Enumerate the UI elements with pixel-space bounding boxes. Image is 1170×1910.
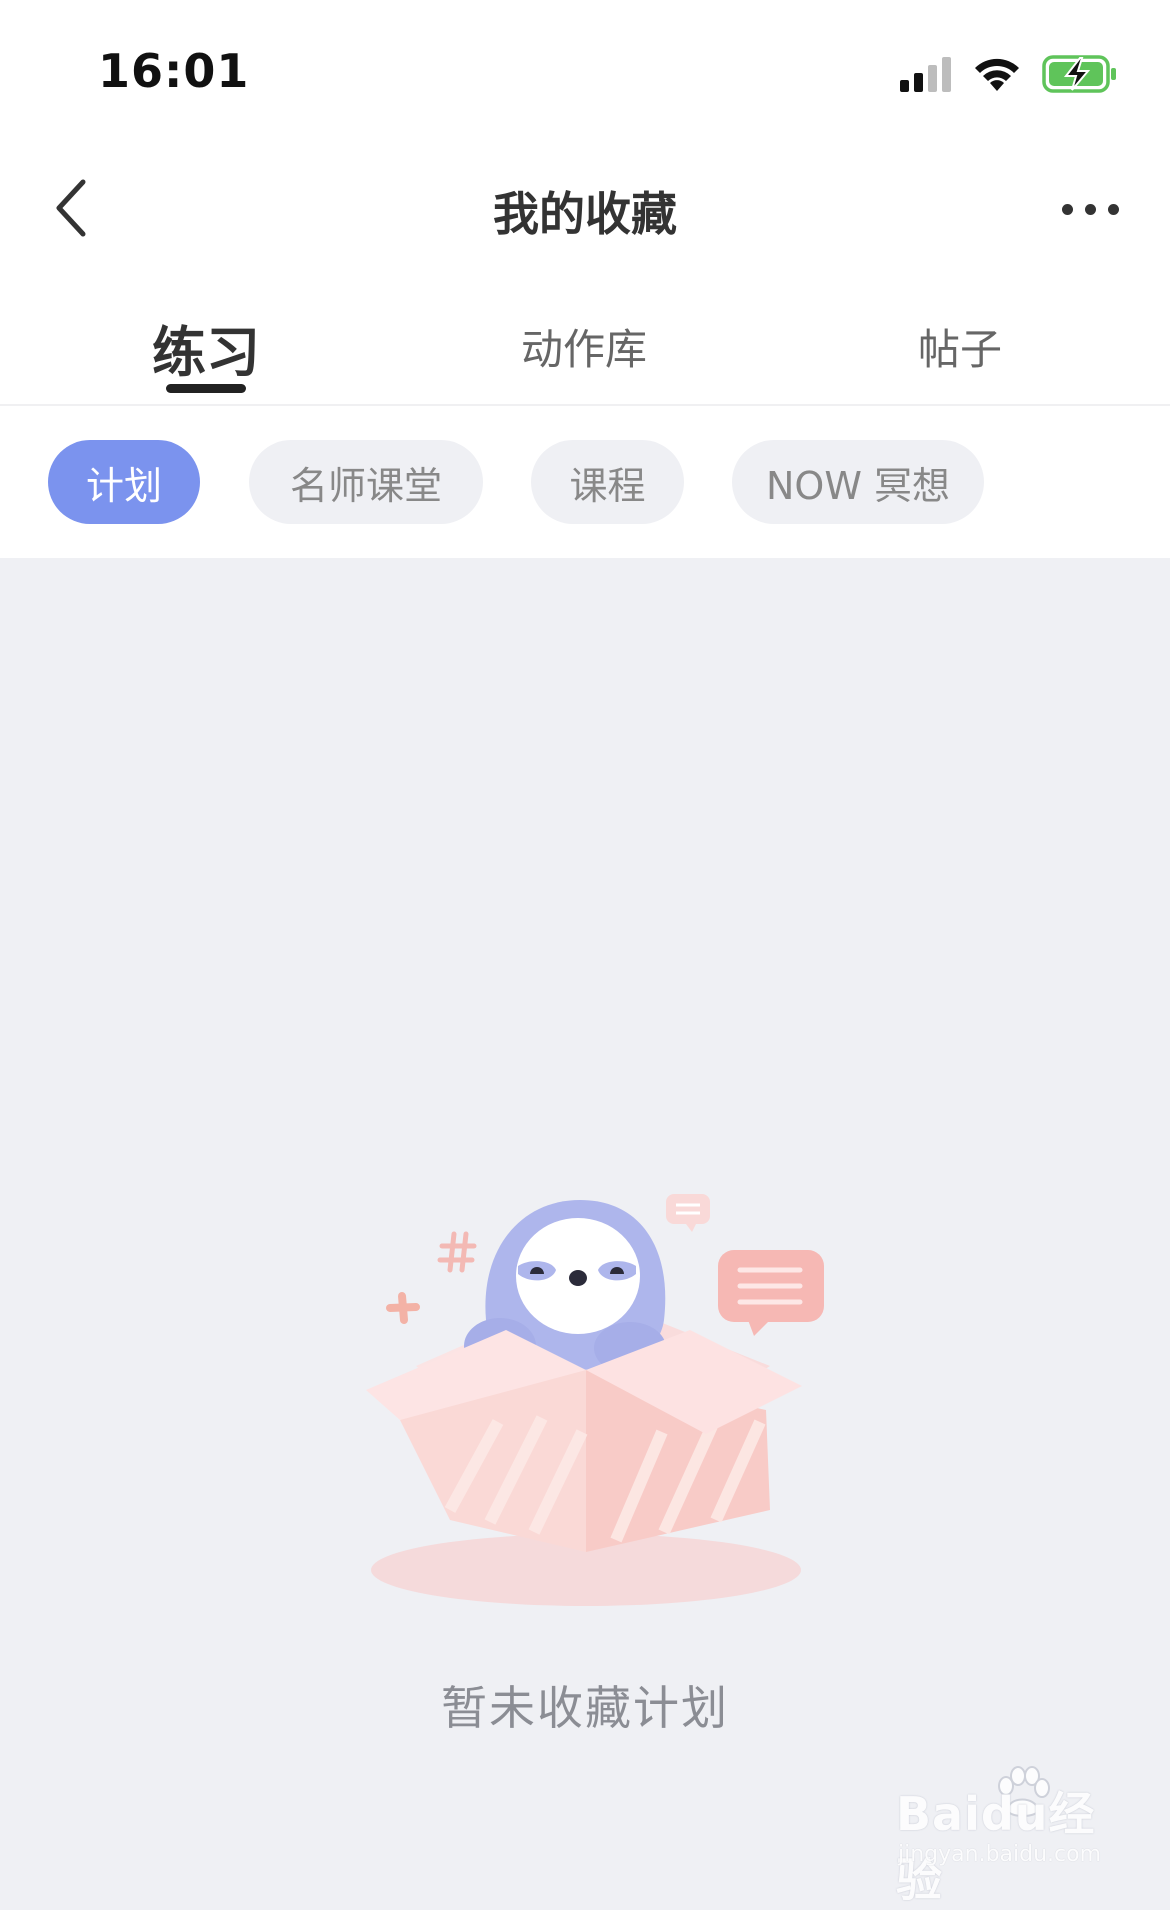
cellular-signal-icon <box>900 57 951 92</box>
empty-state-message: 暂未收藏计划 <box>441 1681 729 1735</box>
filter-chip-now-meditation[interactable]: NOW 冥想 <box>732 440 984 524</box>
tab-posts[interactable]: 帖子 <box>840 316 1080 377</box>
tab-bar: 练习 动作库 帖子 <box>0 290 1170 406</box>
status-time: 16:01 <box>98 44 250 98</box>
more-dot-icon <box>1061 203 1073 215</box>
page-title: 我的收藏 <box>493 187 677 241</box>
nav-header: 我的收藏 <box>0 148 1170 268</box>
tab-practice[interactable]: 练习 <box>86 308 326 387</box>
active-tab-indicator <box>166 384 246 393</box>
more-options-button[interactable] <box>1050 184 1130 234</box>
chip-label: 课程 <box>569 463 646 508</box>
filter-chip-plan[interactable]: 计划 <box>48 440 200 524</box>
chip-label: 计划 <box>85 463 162 508</box>
tab-label: 练习 <box>152 321 260 384</box>
filter-chip-masterclass[interactable]: 名师课堂 <box>249 440 483 524</box>
more-dot-icon <box>1107 203 1119 215</box>
status-bar: 16:01 <box>0 0 1170 140</box>
baidu-jingyan-watermark: Baidu经验 jingyan.baidu.com <box>896 1766 1136 1907</box>
more-dot-icon <box>1084 203 1096 215</box>
wifi-icon <box>975 58 1019 91</box>
tab-label: 动作库 <box>520 325 647 374</box>
chip-label: NOW 冥想 <box>766 463 950 508</box>
watermark-url-text: jingyan.baidu.com <box>898 1842 1102 1867</box>
tab-exercise-library[interactable]: 动作库 <box>464 316 704 377</box>
filter-chips: 计划 名师课堂 课程 NOW 冥想 <box>0 440 1170 526</box>
chip-label: 名师课堂 <box>289 463 442 508</box>
status-icons <box>900 52 1118 96</box>
filter-chip-course[interactable]: 课程 <box>531 440 684 524</box>
battery-charging-icon <box>1042 55 1116 93</box>
empty-box-mascot-illustration <box>366 1194 824 1606</box>
tab-label: 帖子 <box>917 325 1002 374</box>
